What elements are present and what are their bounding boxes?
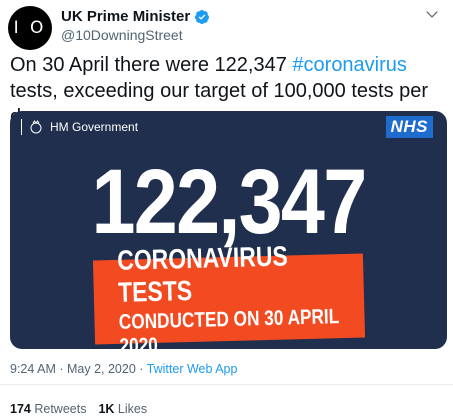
retweets-stat[interactable]: 174 Retweets <box>10 402 86 416</box>
test-count: 122,347 <box>91 151 368 253</box>
likes-stat[interactable]: 1K Likes <box>98 402 147 416</box>
avatar[interactable]: I O <box>8 6 52 50</box>
verified-badge-icon <box>195 9 210 24</box>
hm-government-label: HM Government <box>50 120 139 134</box>
retweets-count: 174 <box>10 402 31 416</box>
avatar-text: I O <box>13 18 47 38</box>
engagement-stats: 174 Retweets 1K Likes <box>10 402 147 416</box>
divider <box>0 384 453 385</box>
hm-government-logo: HM Government <box>21 119 138 135</box>
banner-line-2: Conducted on 30 April 2020 <box>118 305 340 349</box>
banner-line-1: Coronavirus tests <box>116 240 289 308</box>
meta-separator: · <box>55 362 67 376</box>
tweet-date[interactable]: May 2, 2020 <box>67 362 136 376</box>
author-name-row[interactable]: UK Prime Minister <box>61 8 210 25</box>
retweets-label: Retweets <box>34 402 87 416</box>
tweet-text-start: On 30 April there were 122,347 <box>10 54 293 76</box>
hashtag-link[interactable]: #coronavirus <box>292 54 407 76</box>
source-app-link[interactable]: Twitter Web App <box>147 362 238 376</box>
tweet-image[interactable]: HM Government NHS 122,347 Coronavirus te… <box>10 111 447 349</box>
meta-separator: · <box>135 362 147 376</box>
author-name[interactable]: UK Prime Minister <box>61 8 190 25</box>
likes-count: 1K <box>98 402 115 416</box>
author-handle[interactable]: @10DowningStreet <box>61 27 183 43</box>
logo-divider <box>21 119 22 135</box>
royal-crest-icon <box>30 120 42 134</box>
tweet-meta: 9:24 AM · May 2, 2020 · Twitter Web App <box>10 362 237 376</box>
tweet-time[interactable]: 9:24 AM <box>10 362 56 376</box>
chevron-down-icon[interactable] <box>425 7 439 21</box>
tests-banner: Coronavirus tests Conducted on 30 April … <box>92 240 366 349</box>
likes-label: Likes <box>117 402 148 416</box>
nhs-logo: NHS <box>385 116 433 138</box>
